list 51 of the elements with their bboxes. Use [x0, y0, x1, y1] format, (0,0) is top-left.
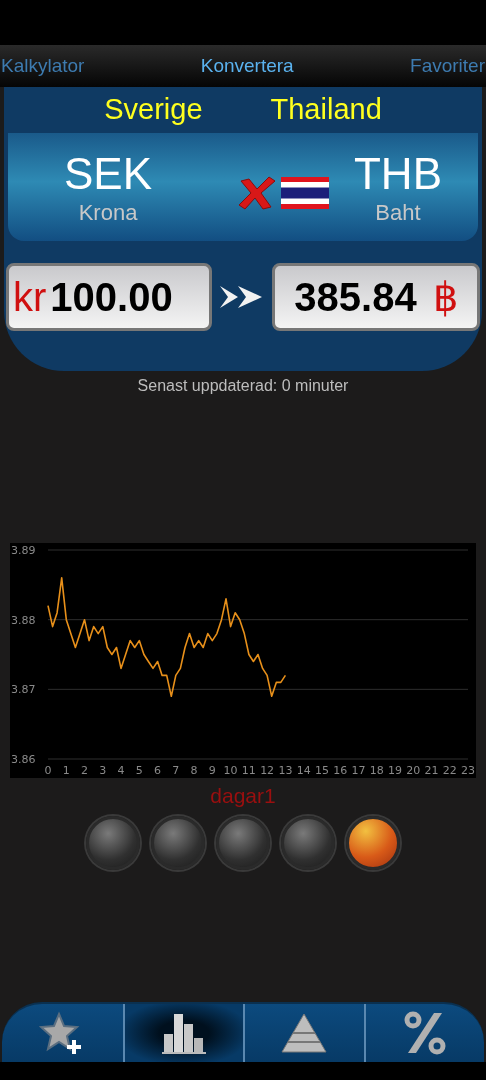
axis-label: 1: [62, 764, 70, 777]
nav-button[interactable]: [122, 1004, 243, 1062]
period-button[interactable]: [346, 816, 400, 870]
currency-symbol: kr: [13, 274, 47, 320]
axis-label: 19: [387, 764, 402, 777]
tab[interactable]: Konvertera: [199, 55, 295, 77]
currency-name: Baht: [375, 200, 421, 226]
axis-label: 23: [461, 764, 475, 777]
axis-label: 9: [208, 764, 216, 777]
cross-icon[interactable]: [237, 175, 277, 211]
axis-label: 22: [442, 764, 457, 777]
currency-name: Krona: [78, 200, 138, 226]
currency-code[interactable]: SEK: [64, 148, 153, 200]
axis-label: 21: [424, 764, 439, 777]
flag-icon: [281, 177, 329, 209]
currency-code[interactable]: THB: [354, 148, 442, 200]
update-status: Senast uppdaterad: 0 minuter: [136, 377, 350, 395]
currency-symbol: ฿: [432, 274, 458, 320]
axis-label: 8: [190, 764, 198, 777]
axis-label: 11: [241, 764, 256, 777]
axis-label: 2: [81, 764, 88, 777]
axis-label: 12: [260, 764, 275, 777]
axis-label: 3.87: [11, 683, 36, 697]
axis-label: 3.86: [11, 753, 36, 766]
axis-label: 4: [117, 764, 125, 777]
tab[interactable]: Favoriter: [409, 55, 486, 77]
period-label: dagar1: [209, 784, 277, 808]
axis-label: 18: [369, 764, 384, 777]
axis-label: 6: [154, 764, 162, 777]
axis-label: 16: [333, 764, 348, 777]
country-name[interactable]: Sverige: [104, 92, 203, 126]
axis-label: 5: [135, 764, 143, 777]
country-name[interactable]: Thailand: [270, 92, 382, 126]
axis-label: 15: [314, 764, 329, 777]
amount-value: 100.00: [50, 274, 173, 320]
tab[interactable]: Kalkylator: [0, 55, 86, 77]
bar-chart-icon: [159, 1012, 208, 1054]
axis-label: 3.88: [11, 613, 36, 627]
axis-label: 10: [223, 764, 238, 777]
axis-label: 7: [172, 764, 180, 777]
axis-label: 14: [296, 764, 311, 777]
axis-label: 3: [99, 764, 107, 777]
amount-value: 385.84: [294, 274, 417, 320]
amount-field[interactable]: kr100.00: [6, 263, 212, 331]
axis-label: 20: [406, 764, 421, 777]
axis-label: 17: [351, 764, 366, 777]
pyramid-icon: [280, 1012, 329, 1054]
percent-icon: [403, 1011, 446, 1055]
axis-label: 0: [44, 764, 52, 777]
axis-label: 13: [278, 764, 293, 777]
axis-label: 3.89: [11, 544, 36, 557]
